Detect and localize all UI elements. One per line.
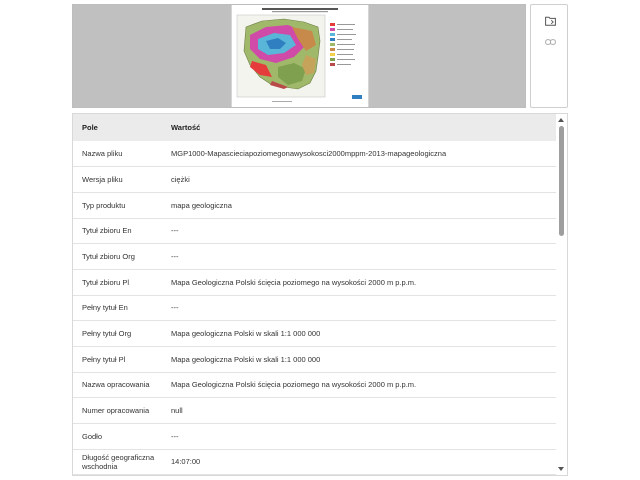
row-value: --- <box>171 251 179 261</box>
row-value: Mapa geologiczna Polski w skali 1:1 000 … <box>171 354 321 364</box>
row-field: Numer opracowania <box>82 406 150 416</box>
row-value: --- <box>171 431 179 441</box>
table-row: Typ produktu mapa geologiczna <box>73 192 557 219</box>
row-field: Długość geograficzna wschodnia <box>82 452 155 472</box>
metadata-table-container[interactable]: Pole Wartość Nazwa pliku MGP1000-Mapasci… <box>72 113 568 476</box>
copy-link-button[interactable] <box>542 35 558 49</box>
table-row: Długość geograficzna wschodnia 14:07:00 <box>73 449 557 475</box>
table-row: Pełny tytuł En --- <box>73 295 557 321</box>
table-row: Pełny tytuł Org Mapa geologiczna Polski … <box>73 321 557 347</box>
table-row: Nazwa pliku MGP1000-Mapascieciapoziomego… <box>73 141 557 167</box>
side-actions <box>530 4 568 108</box>
row-field: Pełny tytuł Org <box>82 328 132 338</box>
row-field: Tytuł zbioru Pl <box>82 277 130 287</box>
map-thumbnail[interactable] <box>231 5 369 107</box>
row-value: 14:07:00 <box>171 457 201 467</box>
row-field: Nazwa opracowania <box>82 380 150 390</box>
table-row: Tytuł zbioru En --- <box>73 218 557 244</box>
row-value: --- <box>171 303 179 313</box>
row-field: Tytuł zbioru Org <box>82 251 135 261</box>
row-value: MGP1000-Mapascieciapoziomegonawysokosci2… <box>171 148 447 158</box>
row-field: Nazwa pliku <box>82 148 123 158</box>
table-header-row: Pole Wartość <box>73 114 557 141</box>
table-row: Pełny tytuł Pl Mapa geologiczna Polski w… <box>73 347 557 373</box>
row-value: --- <box>171 226 179 236</box>
row-value: Mapa Geologiczna Polski ścięcia poziomeg… <box>171 380 417 390</box>
scroll-up-icon[interactable] <box>558 118 564 122</box>
scroll-down-icon[interactable] <box>558 467 564 471</box>
row-value: null <box>171 406 183 416</box>
row-field: Godło <box>82 431 103 441</box>
row-field: Pełny tytuł Pl <box>82 354 126 364</box>
table-row: Nazwa opracowania Mapa Geologiczna Polsk… <box>73 372 557 398</box>
link-icon <box>544 39 556 45</box>
row-field: Wersja pliku <box>82 174 123 184</box>
geological-map-image <box>232 5 368 107</box>
metadata-table: Pole Wartość Nazwa pliku MGP1000-Mapasci… <box>73 114 557 475</box>
table-row: Wersja pliku ciężki <box>73 167 557 193</box>
map-preview[interactable] <box>72 4 526 108</box>
table-row: Godło --- <box>73 424 557 450</box>
row-value: ciężki <box>171 174 190 184</box>
table-row: Numer opracowania null <box>73 398 557 424</box>
table-row: Tytuł zbioru Pl Mapa Geologiczna Polski … <box>73 269 557 296</box>
folder-icon <box>544 16 556 26</box>
table-row: Tytuł zbioru Org --- <box>73 244 557 270</box>
row-value: Mapa geologiczna Polski w skali 1:1 000 … <box>171 328 321 338</box>
scroll-thumb[interactable] <box>559 126 564 236</box>
row-value: Mapa Geologiczna Polski ścięcia poziomeg… <box>171 277 417 287</box>
row-field: Pełny tytuł En <box>82 303 128 313</box>
table-scrollbar[interactable] <box>556 114 567 475</box>
header-field[interactable]: Pole <box>73 114 163 141</box>
row-value: mapa geologiczna <box>171 200 232 210</box>
open-folder-button[interactable] <box>542 14 558 28</box>
header-value[interactable]: Wartość <box>163 114 557 141</box>
row-field: Typ produktu <box>82 200 126 210</box>
row-field: Tytuł zbioru En <box>82 226 132 236</box>
